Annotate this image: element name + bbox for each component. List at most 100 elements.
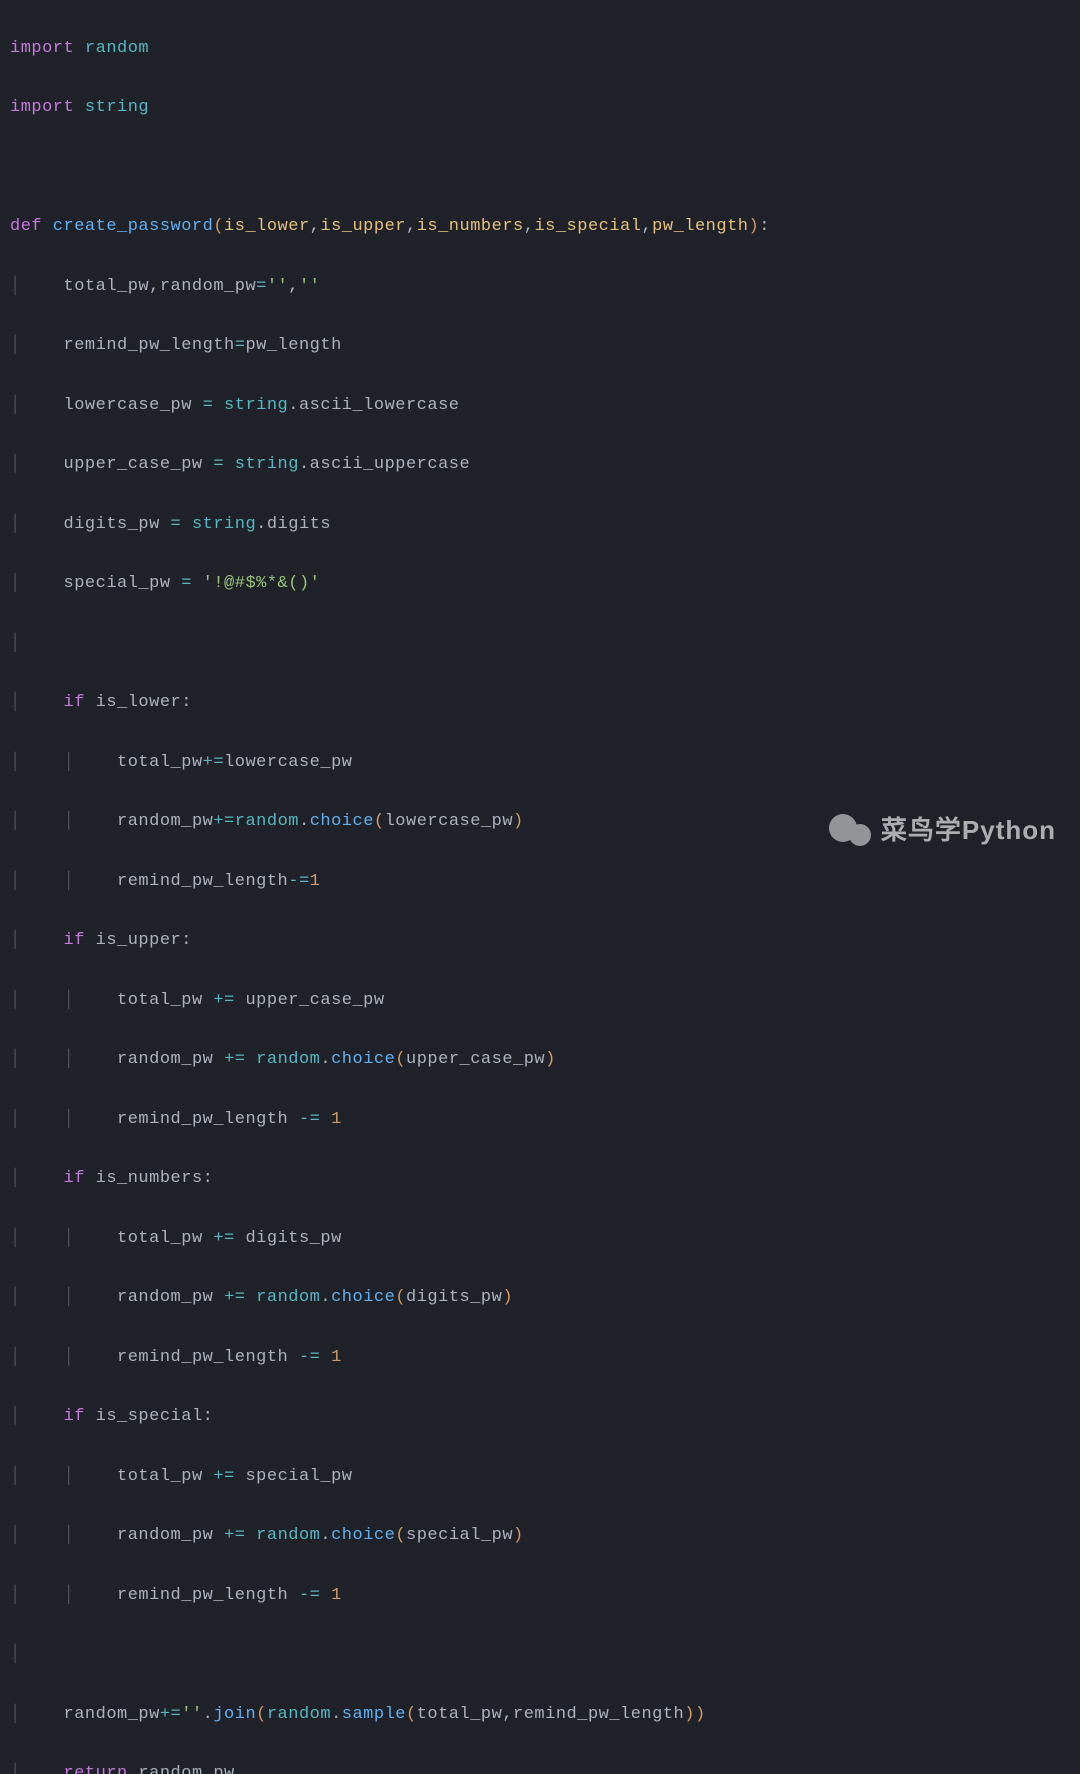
code-line: def create_password(is_lower,is_upper,is… xyxy=(10,212,1070,242)
code-line: │ │ total_pw += upper_case_pw xyxy=(10,986,1070,1016)
code-line: │ special_pw = '!@#$%*&()' xyxy=(10,569,1070,599)
code-line: import random xyxy=(10,34,1070,64)
identifier: total_pw xyxy=(117,1229,213,1248)
identifier: remind_pw_length xyxy=(117,1348,299,1367)
module-string: string xyxy=(192,515,256,534)
identifier: random_pw xyxy=(117,1288,224,1307)
code-line: │ digits_pw = string.digits xyxy=(10,510,1070,540)
param: is_numbers xyxy=(417,217,524,236)
attr: .ascii_lowercase xyxy=(288,396,459,415)
code-line: │ random_pw+=''.join(random.sample(total… xyxy=(10,1700,1070,1730)
identifier: special_pw xyxy=(235,1467,353,1486)
blank-line: │ xyxy=(10,1640,1070,1670)
fn-call: choice xyxy=(331,1050,395,1069)
identifier: random_pw xyxy=(117,1050,224,1069)
identifier: random_pw xyxy=(160,277,256,296)
kw-if: if xyxy=(64,931,85,950)
code-line: import string xyxy=(10,93,1070,123)
code-line: │ │ total_pw += special_pw xyxy=(10,1462,1070,1492)
code-line: │ │ remind_pw_length -= 1 xyxy=(10,1343,1070,1373)
number: 1 xyxy=(310,872,321,891)
code-line: │ │ remind_pw_length -= 1 xyxy=(10,1581,1070,1611)
module-random: random xyxy=(74,39,149,58)
identifier: total_pw xyxy=(417,1705,503,1724)
identifier: total_pw xyxy=(117,753,203,772)
module-string: string xyxy=(74,98,149,117)
code-line: │ │ random_pw += random.choice(digits_pw… xyxy=(10,1283,1070,1313)
fn-call: choice xyxy=(310,812,374,831)
identifier: remind_pw_length xyxy=(117,1586,299,1605)
module-random: random xyxy=(256,1050,320,1069)
code-line: │ │ total_pw+=lowercase_pw xyxy=(10,748,1070,778)
kw-if: if xyxy=(64,693,85,712)
identifier: pw_length xyxy=(245,336,341,355)
module-random: random xyxy=(256,1526,320,1545)
identifier: is_upper xyxy=(85,931,181,950)
code-line: │ if is_lower: xyxy=(10,688,1070,718)
module-random: random xyxy=(256,1288,320,1307)
number: 1 xyxy=(331,1586,342,1605)
identifier: digits_pw xyxy=(21,515,171,534)
wechat-watermark: 菜鸟学Python xyxy=(829,808,1056,854)
kw-if: if xyxy=(64,1169,85,1188)
kw-if: if xyxy=(64,1407,85,1426)
identifier: is_lower xyxy=(85,693,181,712)
watermark-text: 菜鸟学Python xyxy=(881,808,1056,854)
kw-import: import xyxy=(10,39,74,58)
kw-import: import xyxy=(10,98,74,117)
identifier: random_pw xyxy=(21,1705,160,1724)
identifier: lowercase_pw xyxy=(21,396,203,415)
code-line: │ │ random_pw += random.choice(special_p… xyxy=(10,1521,1070,1551)
identifier: special_pw xyxy=(406,1526,513,1545)
identifier: upper_case_pw xyxy=(21,455,214,474)
string: '!@#$%*&()' xyxy=(203,574,321,593)
string: '' xyxy=(299,277,320,296)
identifier: lowercase_pw xyxy=(385,812,513,831)
module-string: string xyxy=(224,396,288,415)
code-line: │ │ remind_pw_length -= 1 xyxy=(10,1105,1070,1135)
code-line: │ total_pw,random_pw='','' xyxy=(10,272,1070,302)
code-line: │ if is_upper: xyxy=(10,926,1070,956)
param: is_special xyxy=(534,217,641,236)
code-editor: import random import string def create_p… xyxy=(0,0,1080,1774)
identifier: total_pw xyxy=(117,991,213,1010)
identifier: random_pw xyxy=(128,1764,235,1774)
module-string: string xyxy=(235,455,299,474)
identifier: remind_pw_length xyxy=(117,1110,299,1129)
identifier: is_special xyxy=(85,1407,203,1426)
identifier: remind_pw_length xyxy=(513,1705,684,1724)
param: pw_length xyxy=(652,217,748,236)
param: is_upper xyxy=(320,217,406,236)
identifier: upper_case_pw xyxy=(235,991,385,1010)
kw-return: return xyxy=(64,1764,128,1774)
fn-call: join xyxy=(213,1705,256,1724)
identifier: remind_pw_length xyxy=(21,336,235,355)
fn-call: choice xyxy=(331,1526,395,1545)
kw-def: def xyxy=(10,217,42,236)
module-random: random xyxy=(267,1705,331,1724)
identifier: lowercase_pw xyxy=(224,753,352,772)
string: '' xyxy=(267,277,288,296)
identifier: total_pw xyxy=(117,1467,213,1486)
number: 1 xyxy=(331,1348,342,1367)
identifier: remind_pw_length xyxy=(117,872,288,891)
identifier: random_pw xyxy=(117,1526,224,1545)
blank-line: │ xyxy=(10,629,1070,659)
identifier: digits_pw xyxy=(235,1229,342,1248)
identifier: digits_pw xyxy=(406,1288,502,1307)
attr: .digits xyxy=(256,515,331,534)
param: is_lower xyxy=(224,217,310,236)
module-random: random xyxy=(235,812,299,831)
code-line: │ │ total_pw += digits_pw xyxy=(10,1224,1070,1254)
code-line: │ │ remind_pw_length-=1 xyxy=(10,867,1070,897)
identifier: special_pw xyxy=(21,574,182,593)
code-line: │ return random_pw xyxy=(10,1759,1070,1774)
fn-call: choice xyxy=(331,1288,395,1307)
attr: .ascii_uppercase xyxy=(299,455,470,474)
identifier: random_pw xyxy=(117,812,213,831)
code-line: │ remind_pw_length=pw_length xyxy=(10,331,1070,361)
number: 1 xyxy=(331,1110,342,1129)
identifier: is_numbers xyxy=(85,1169,203,1188)
fn-name: create_password xyxy=(42,217,213,236)
identifier: upper_case_pw xyxy=(406,1050,545,1069)
